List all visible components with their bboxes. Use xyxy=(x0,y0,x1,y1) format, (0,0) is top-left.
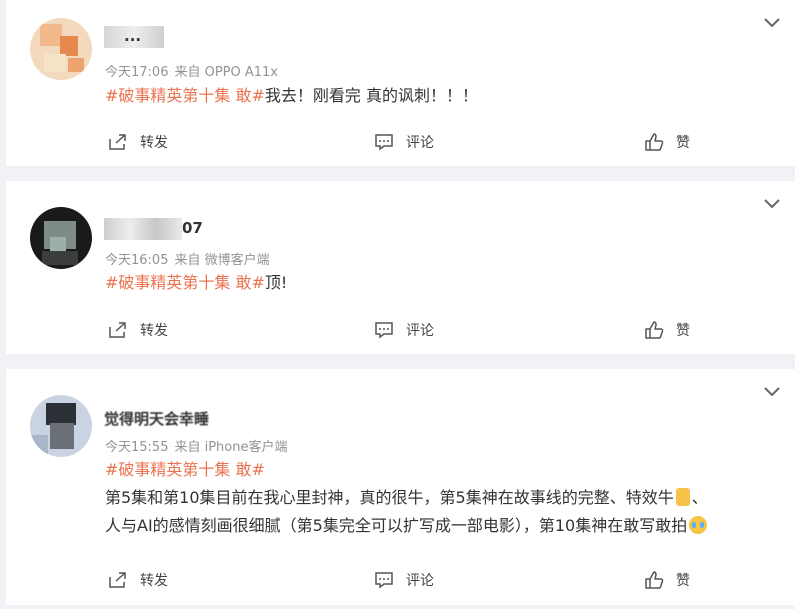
forward-label: 转发 xyxy=(140,323,168,339)
forward-button[interactable]: 转发 xyxy=(108,127,168,157)
forward-icon xyxy=(109,572,126,588)
post-text: #破事精英第十集 敢#我去！刚看完 真的讽刺！！！ xyxy=(105,82,775,110)
username-text: ... xyxy=(124,27,142,45)
action-bar: 转发 评论 赞 xyxy=(6,565,795,595)
post-text: #破事精英第十集 敢#顶! xyxy=(105,269,775,297)
post-meta: 今天16:05 来自 微博客户端 xyxy=(105,249,270,268)
topic-tag[interactable]: #破事精英第十集 敢# xyxy=(105,460,265,479)
post-source: 来自 iPhone客户端 xyxy=(174,440,288,455)
forward-icon xyxy=(109,322,126,338)
avatar-blur xyxy=(60,36,78,56)
chevron-down-icon[interactable] xyxy=(761,12,783,34)
topic-tag[interactable]: #破事精英第十集 敢# xyxy=(105,86,265,105)
post-time[interactable]: 今天17:06 xyxy=(105,65,168,80)
comment-icon xyxy=(375,134,393,151)
post-time[interactable]: 今天15:55 xyxy=(105,440,168,455)
like-label: 赞 xyxy=(676,323,690,339)
thumbs-up-icon xyxy=(645,321,664,339)
action-bar: 转发 评论 赞 xyxy=(6,315,795,345)
thumbs-up-icon xyxy=(645,133,664,151)
thumbs-up-icon xyxy=(645,571,664,589)
avatar-blur xyxy=(50,423,74,449)
comment-icon xyxy=(375,322,393,339)
comment-label: 评论 xyxy=(406,573,434,589)
topic-tag[interactable]: #破事精英第十集 敢# xyxy=(105,273,265,292)
post-text: #破事精英第十集 敢# 第5集和第10集目前在我心里封神，真的很牛，第5集神在故… xyxy=(105,456,775,540)
username[interactable]: 07 xyxy=(104,218,204,240)
post-card: ... 今天17:06 来自 OPPO A11x #破事精英第十集 敢#我去！刚看… xyxy=(6,0,795,166)
comment-label: 评论 xyxy=(406,135,434,151)
avatar-blur xyxy=(44,54,66,72)
post-card: 觉得明天会幸睡 今天15:55 来自 iPhone客户端 #破事精英第十集 敢# … xyxy=(6,369,795,605)
username[interactable]: 觉得明天会幸睡 xyxy=(104,407,244,429)
avatar-blur xyxy=(50,237,66,251)
avatar[interactable] xyxy=(30,395,92,457)
avatar[interactable] xyxy=(30,18,92,80)
action-bar: 转发 评论 赞 xyxy=(6,127,795,157)
avatar[interactable] xyxy=(30,207,92,269)
forward-icon xyxy=(109,134,126,150)
comment-label: 评论 xyxy=(406,323,434,339)
post-source: 来自 微博客户端 xyxy=(174,253,270,268)
forward-label: 转发 xyxy=(140,573,168,589)
like-button[interactable]: 赞 xyxy=(644,127,690,157)
forward-button[interactable]: 转发 xyxy=(108,315,168,345)
post-content-line1: 第5集和第10集目前在我心里封神，真的很牛，第5集神在故事线的完整、特效牛 xyxy=(105,488,674,507)
chevron-down-icon[interactable] xyxy=(761,381,783,403)
post-time[interactable]: 今天16:05 xyxy=(105,253,168,268)
post-card: 07 今天16:05 来自 微博客户端 #破事精英第十集 敢#顶! 转发 评论 赞 xyxy=(6,181,795,354)
username-text: 07 xyxy=(182,219,203,237)
username-blur xyxy=(104,218,182,240)
post-content: 顶! xyxy=(264,273,288,292)
comment-button[interactable]: 评论 xyxy=(374,127,434,157)
like-label: 赞 xyxy=(676,135,690,151)
avatar-blur xyxy=(40,24,62,46)
like-button[interactable]: 赞 xyxy=(644,315,690,345)
post-meta: 今天17:06 来自 OPPO A11x xyxy=(105,61,278,80)
post-meta: 今天15:55 来自 iPhone客户端 xyxy=(105,436,287,455)
forward-button[interactable]: 转发 xyxy=(108,565,168,595)
like-button[interactable]: 赞 xyxy=(644,565,690,595)
post-content: 我去！刚看完 真的讽刺！！！ xyxy=(264,86,478,105)
username[interactable]: ... xyxy=(104,26,184,48)
post-content-punct: 、 xyxy=(691,488,708,507)
chevron-down-icon[interactable] xyxy=(761,193,783,215)
like-label: 赞 xyxy=(676,573,690,589)
avatar-blur xyxy=(30,435,48,457)
beer-emoji-icon xyxy=(675,488,690,506)
post-content-line2: 人与AI的感情刻画很细腻（第5集完全可以扩写成一部电影），第10集神在敢写敢拍 xyxy=(105,516,688,535)
post-source: 来自 OPPO A11x xyxy=(174,65,279,80)
avatar-blur xyxy=(46,403,76,425)
avatar-blur xyxy=(42,251,78,265)
forward-label: 转发 xyxy=(140,135,168,151)
comment-button[interactable]: 评论 xyxy=(374,315,434,345)
username-text: 觉得明天会幸睡 xyxy=(104,410,210,428)
comment-icon xyxy=(375,572,393,589)
avatar-blur xyxy=(68,58,84,72)
comment-button[interactable]: 评论 xyxy=(374,565,434,595)
crying-emoji-icon xyxy=(689,516,708,534)
